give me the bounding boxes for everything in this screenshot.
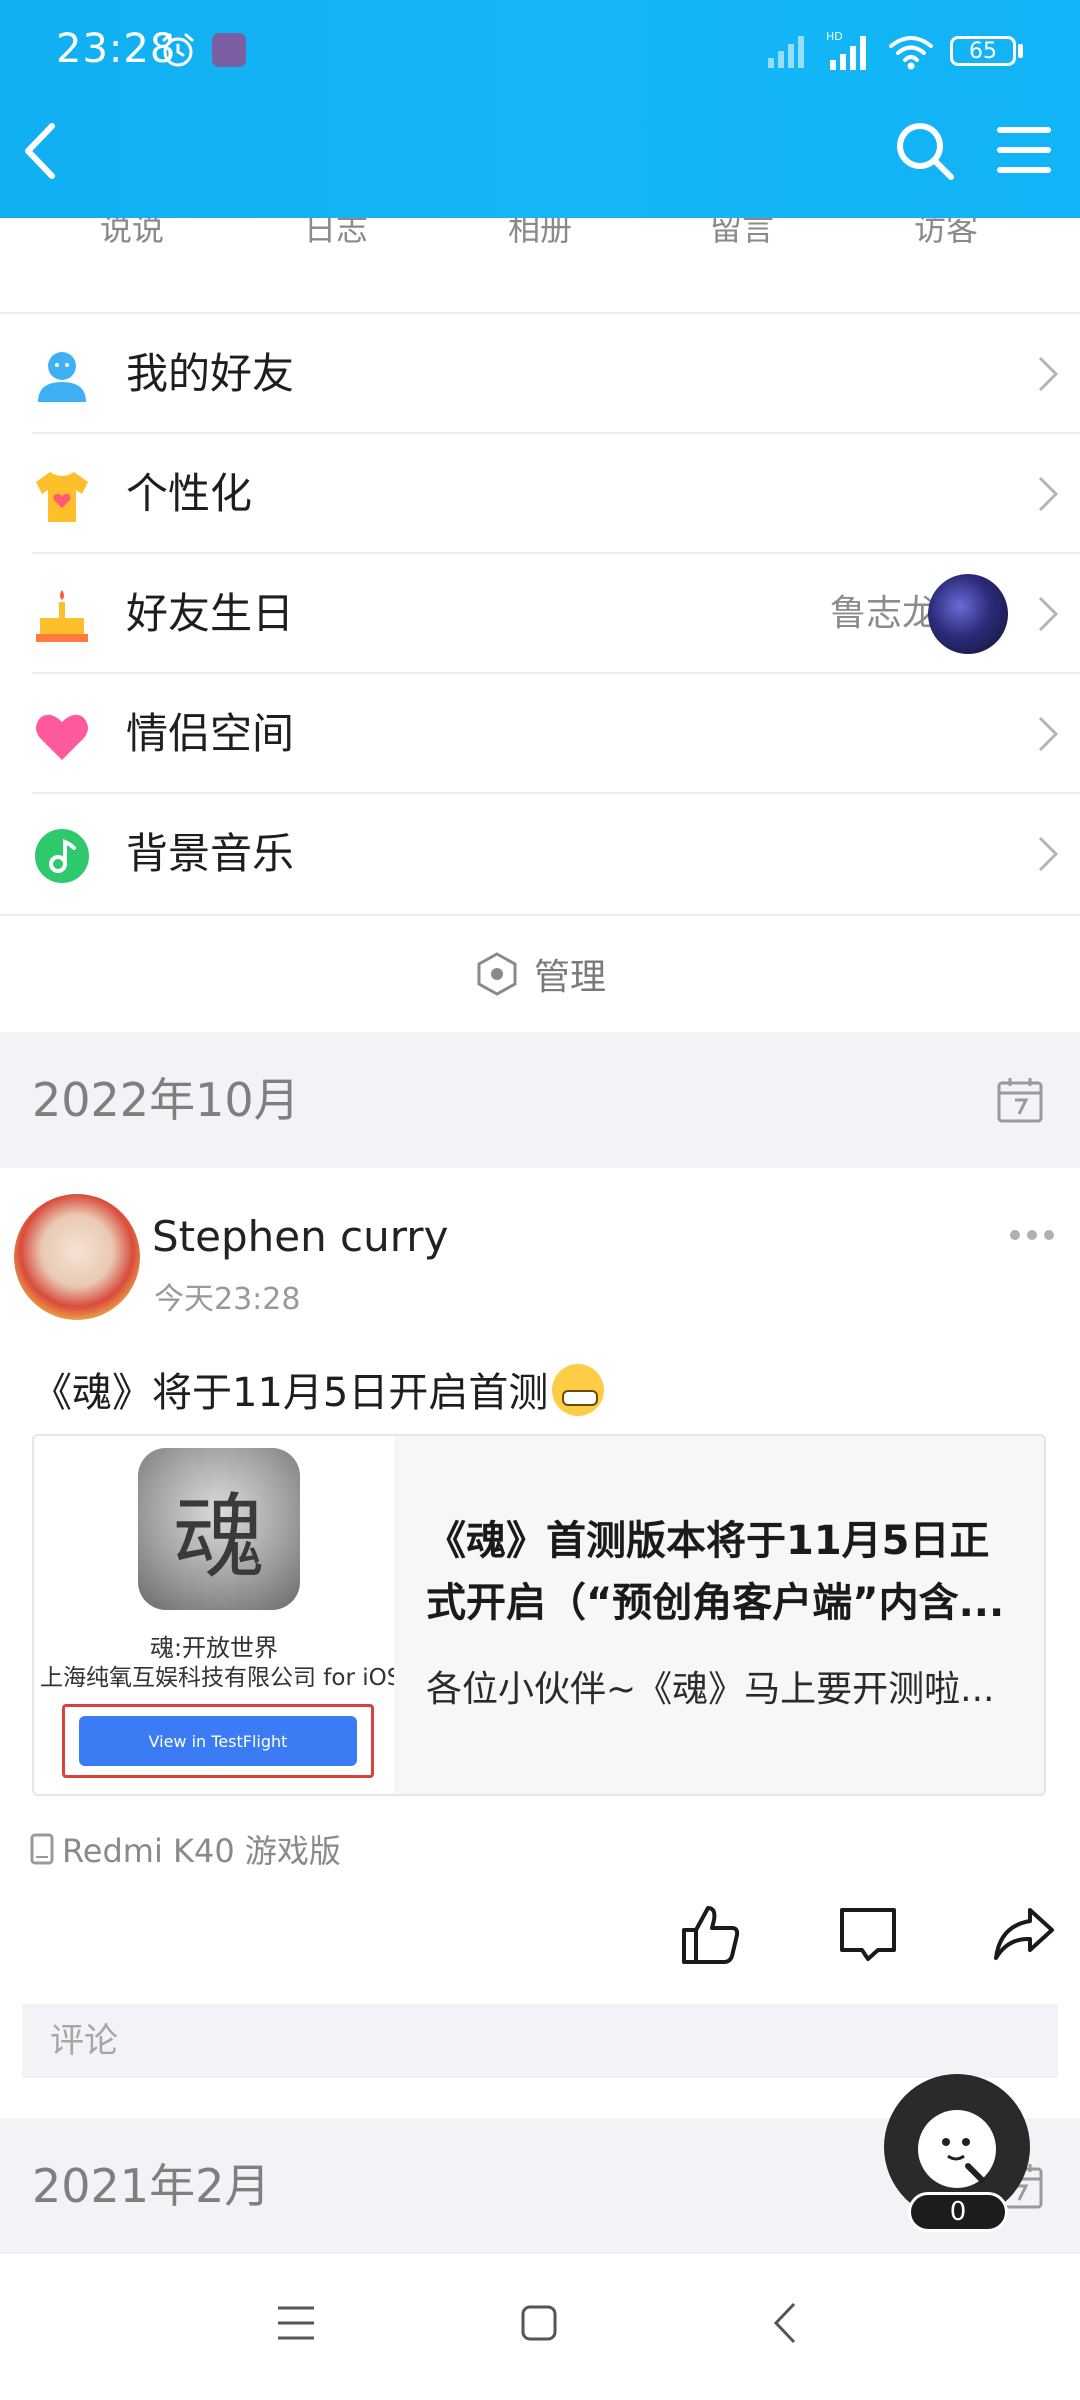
search-icon[interactable] xyxy=(894,120,956,182)
share-title: 《魂》首测版本将于11月5日正式开启（“预创角客户端”内含... xyxy=(426,1518,1005,1626)
chevron-right-icon xyxy=(1038,356,1059,392)
menu-label: 我的好友 xyxy=(126,349,295,398)
post-time: 今天23:28 xyxy=(154,1282,301,1317)
menu-icon[interactable] xyxy=(996,124,1052,176)
share-description: 各位小伙伴~《魂》马上要开测啦... xyxy=(426,1669,995,1710)
section-date: 2021年2月 xyxy=(32,2159,271,2213)
testflight-button: View in TestFlight xyxy=(79,1716,357,1766)
floating-count-badge: 0 xyxy=(908,2192,1008,2232)
weibo-notification-icon xyxy=(212,33,246,67)
post-content: 《魂》将于11月5日开启首测 xyxy=(32,1360,605,1418)
menu-label: 情侣空间 xyxy=(126,709,295,758)
chevron-right-icon xyxy=(1038,716,1059,752)
status-time: 23:28 xyxy=(56,26,177,72)
comment-placeholder: 评论 xyxy=(50,2021,118,2061)
menu-item-birthday[interactable]: 好友生日 鲁志龙 xyxy=(32,554,1080,674)
post-author[interactable]: Stephen curry xyxy=(152,1212,448,1261)
date-section-header: 2022年10月 xyxy=(0,1032,1080,1168)
menu-label: 个性化 xyxy=(126,469,253,518)
mascot-icon xyxy=(918,2110,996,2188)
share-icon[interactable] xyxy=(992,1906,1056,1962)
grinning-emoji-icon xyxy=(552,1364,605,1416)
shared-link-card[interactable]: 魂 魂:开放世界 上海纯氧互娱科技有限公司 for iOS View in Te… xyxy=(32,1434,1046,1796)
comment-icon[interactable] xyxy=(838,1906,898,1962)
birthday-cake-icon xyxy=(36,590,88,642)
signal-hd-icon: HD xyxy=(826,30,866,70)
status-bar: 23:28 HD 65 xyxy=(0,0,1080,100)
share-thumbnail: 魂 魂:开放世界 上海纯氧互娱科技有限公司 for iOS View in Te… xyxy=(34,1436,394,1794)
menu-item-personalize[interactable]: 个性化 xyxy=(32,434,1080,554)
svg-text:HD: HD xyxy=(826,30,843,43)
app-logo: 魂 xyxy=(138,1448,300,1610)
alarm-icon xyxy=(162,33,194,67)
recent-apps-icon[interactable] xyxy=(276,2304,316,2342)
tshirt-icon xyxy=(36,472,88,522)
comment-input[interactable]: 评论 xyxy=(22,2004,1058,2078)
thumb-company: 上海纯氧互娱科技有限公司 for iOS xyxy=(40,1665,394,1691)
chevron-right-icon xyxy=(1038,476,1059,512)
app-logo-text: 魂 xyxy=(172,1483,265,1591)
menu-item-friends[interactable]: 我的好友 xyxy=(32,314,1080,434)
device-label: Redmi K40 游戏版 xyxy=(62,1832,341,1870)
birthday-friend-name: 鲁志龙 xyxy=(829,593,938,634)
thumb-highlight-box: View in TestFlight xyxy=(62,1704,374,1778)
system-back-icon[interactable] xyxy=(770,2300,798,2346)
battery-indicator: 65 xyxy=(950,36,1016,66)
author-avatar[interactable] xyxy=(14,1194,140,1320)
friends-icon xyxy=(38,352,86,402)
more-options-icon[interactable] xyxy=(1008,1228,1056,1242)
back-icon[interactable] xyxy=(18,118,62,184)
signal-icon xyxy=(768,36,804,68)
mascot-face-icon xyxy=(942,2138,985,2183)
post-text: 《魂》将于11月5日开启首测 xyxy=(32,1370,549,1416)
music-icon xyxy=(35,829,89,883)
menu-label: 好友生日 xyxy=(126,589,295,638)
section-date: 2022年10月 xyxy=(32,1073,300,1127)
system-navigation-bar xyxy=(0,2254,1080,2400)
feature-menu: 我的好友 个性化 好友生日 鲁志龙 情侣空间 背景音乐 xyxy=(0,314,1080,914)
home-icon[interactable] xyxy=(520,2304,558,2342)
menu-item-couple-space[interactable]: 情侣空间 xyxy=(32,674,1080,794)
chevron-right-icon xyxy=(1038,596,1059,632)
wifi-icon xyxy=(889,36,933,70)
calendar-icon[interactable] xyxy=(996,1076,1044,1124)
app-header: 23:28 HD 65 xyxy=(0,0,1080,218)
battery-level: 65 xyxy=(969,38,997,64)
phone-icon xyxy=(30,1833,54,1865)
hexagon-settings-icon xyxy=(477,952,517,996)
heart-icon xyxy=(36,714,88,760)
manage-button[interactable]: 管理 xyxy=(0,914,1080,1032)
manage-label: 管理 xyxy=(533,957,606,998)
battery-nub xyxy=(1018,44,1023,58)
chevron-right-icon xyxy=(1038,836,1059,872)
like-icon[interactable] xyxy=(680,1904,742,1966)
post-device: Redmi K40 游戏版 xyxy=(30,1826,341,1872)
menu-item-background-music[interactable]: 背景音乐 xyxy=(32,794,1080,914)
menu-label: 背景音乐 xyxy=(126,829,295,878)
friend-avatar xyxy=(928,574,1008,654)
